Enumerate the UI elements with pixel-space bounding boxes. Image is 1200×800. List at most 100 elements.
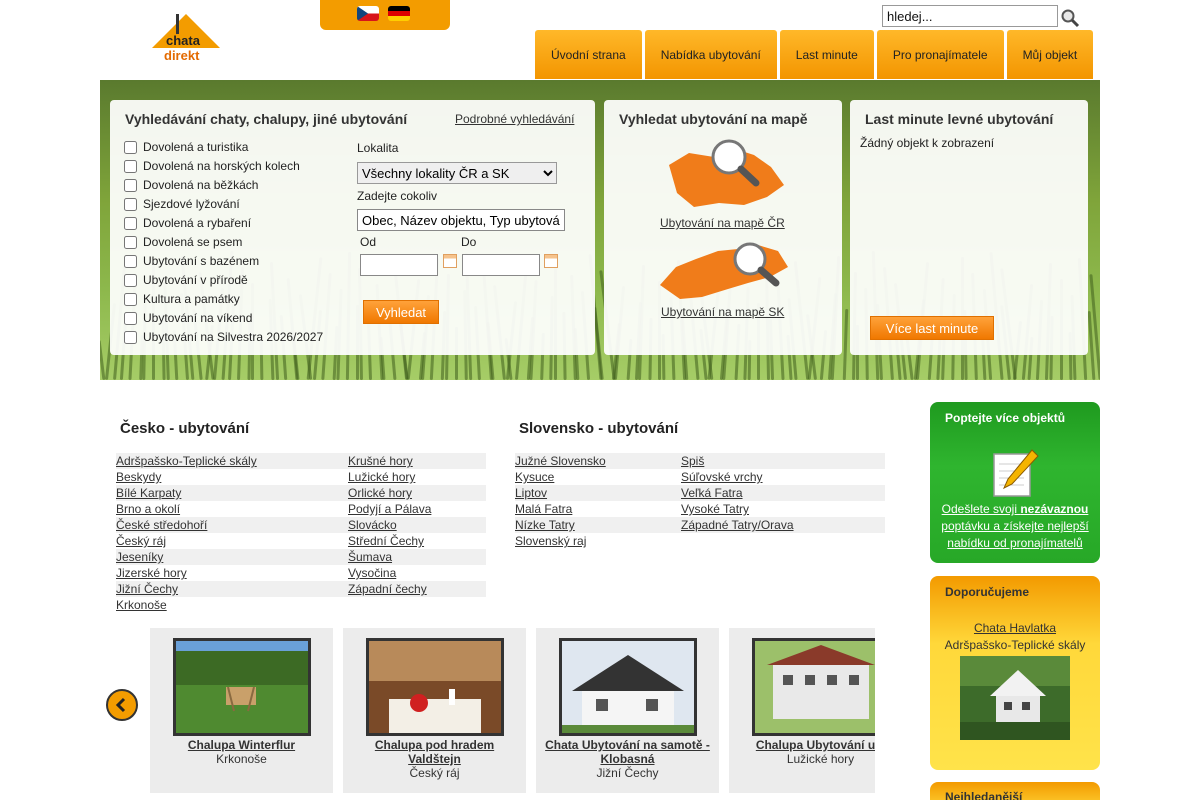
- region-link[interactable]: Střední Čechy: [348, 533, 486, 549]
- region-link[interactable]: Podyjí a Pálava: [348, 501, 486, 517]
- region-link[interactable]: Jižní Čechy: [116, 581, 348, 597]
- region-link[interactable]: Jeseníky: [116, 549, 348, 565]
- activity-checkbox[interactable]: [124, 197, 137, 211]
- search-input[interactable]: [882, 5, 1058, 27]
- inquiry-link[interactable]: Odešlete svoji nezávaznou poptávku a zís…: [938, 501, 1092, 552]
- carousel-photo[interactable]: [559, 638, 697, 736]
- search-panel: Vyhledávání chaty, chalupy, jiné ubytová…: [110, 100, 595, 355]
- carousel-photo[interactable]: [752, 638, 875, 736]
- region-link[interactable]: Slovenský raj: [515, 533, 681, 549]
- nav-home[interactable]: Úvodní strana: [535, 30, 642, 79]
- map-cz-link[interactable]: Ubytování na mapě ČR: [660, 216, 785, 230]
- nav-for-landlords[interactable]: Pro pronajímatele: [876, 30, 1004, 79]
- carousel-object-name[interactable]: Chalupa Winterflur: [154, 738, 329, 752]
- logo[interactable]: chata direkt: [150, 12, 222, 64]
- activity-checkbox-row[interactable]: Sjezdové lyžování: [124, 197, 240, 211]
- nav-last-minute[interactable]: Last minute: [779, 30, 874, 79]
- carousel-card[interactable]: Chalupa pod hradem Valdštejn Český ráj: [343, 628, 526, 793]
- region-link[interactable]: České středohoří: [116, 517, 348, 533]
- carousel-card[interactable]: Chalupa Winterflur Krkonoše: [150, 628, 333, 793]
- activity-checkbox-row[interactable]: Kultura a památky: [124, 292, 240, 306]
- czech-region-table: Adršpašsko-Teplické skály Krušné hory Besk…: [116, 453, 486, 613]
- activity-checkbox-row[interactable]: Ubytování v přírodě: [124, 273, 248, 287]
- region-link[interactable]: Spiš: [681, 453, 885, 469]
- region-link[interactable]: Lužické hory: [348, 469, 486, 485]
- region-link[interactable]: Bílé Karpaty: [116, 485, 348, 501]
- region-link[interactable]: Krušné hory: [348, 453, 486, 469]
- region-link[interactable]: Kysuce: [515, 469, 681, 485]
- date-to-input[interactable]: [462, 254, 540, 276]
- date-from-input[interactable]: [360, 254, 438, 276]
- region-link: [348, 597, 486, 613]
- region-link[interactable]: Malá Fatra: [515, 501, 681, 517]
- region-link[interactable]: Nízke Tatry: [515, 517, 681, 533]
- carousel-photo[interactable]: [173, 638, 311, 736]
- region-link[interactable]: Veľká Fatra: [681, 485, 885, 501]
- carousel-card[interactable]: Chata Ubytování na samotě - Klobasná Jižn…: [536, 628, 719, 793]
- activity-checkbox[interactable]: [124, 292, 137, 306]
- activity-checkbox[interactable]: [124, 216, 137, 230]
- region-row: Bílé Karpaty Orlické hory: [116, 485, 486, 501]
- activity-checkbox[interactable]: [124, 273, 137, 287]
- region-link[interactable]: Jizerské hory: [116, 565, 348, 581]
- activity-checkbox-row[interactable]: Dovolená a rybaření: [124, 216, 251, 230]
- region-link[interactable]: Vysočina: [348, 565, 486, 581]
- map-sk-link[interactable]: Ubytování na mapě SK: [661, 305, 784, 319]
- activity-checkbox-row[interactable]: Ubytování s bazénem: [124, 254, 259, 268]
- activity-checkbox-row[interactable]: Dovolená se psem: [124, 235, 242, 249]
- region-link[interactable]: Český ráj: [116, 533, 348, 549]
- region-link[interactable]: Súľovské vrchy: [681, 469, 885, 485]
- activity-checkbox[interactable]: [124, 159, 137, 173]
- region-link[interactable]: Adršpašsko-Teplické skály: [116, 453, 348, 469]
- anything-input[interactable]: [357, 209, 565, 231]
- activity-checkbox-row[interactable]: Ubytování na víkend: [124, 311, 252, 325]
- carousel-prev-button[interactable]: [106, 689, 138, 721]
- region-link[interactable]: Západné Tatry/Orava: [681, 517, 885, 533]
- activity-checkbox-row[interactable]: Dovolená na běžkách: [124, 178, 258, 192]
- czech-flag-icon[interactable]: [357, 6, 379, 21]
- advanced-search-link[interactable]: Podrobné vyhledávání: [455, 112, 574, 126]
- region-link[interactable]: Južné Slovensko: [515, 453, 681, 469]
- region-link[interactable]: Beskydy: [116, 469, 348, 485]
- search-submit-button[interactable]: Vyhledat: [363, 300, 439, 324]
- recommend-object-link[interactable]: Chata Havlatka: [930, 621, 1100, 635]
- activity-checkbox-label: Sjezdové lyžování: [143, 197, 240, 211]
- anything-label: Zadejte cokoliv: [357, 189, 438, 203]
- calendar-to-icon[interactable]: [544, 254, 558, 268]
- activity-checkbox[interactable]: [124, 254, 137, 268]
- activity-checkbox-row[interactable]: Dovolená a turistika: [124, 140, 248, 154]
- region-link[interactable]: Vysoké Tatry: [681, 501, 885, 517]
- german-flag-icon[interactable]: [388, 6, 410, 21]
- nav-my-object[interactable]: Můj objekt: [1006, 30, 1094, 79]
- activity-checkbox[interactable]: [124, 311, 137, 325]
- activity-checkbox[interactable]: [124, 235, 137, 249]
- search-icon[interactable]: [1060, 8, 1080, 28]
- carousel-object-name[interactable]: Chata Ubytování na samotě - Klobasná: [540, 738, 715, 766]
- region-link[interactable]: Brno a okolí: [116, 501, 348, 517]
- activity-checkbox-row[interactable]: Dovolená na horských kolech: [124, 159, 300, 173]
- carousel-card[interactable]: Chalupa Ubytování u J Lužické hory: [729, 628, 875, 793]
- region-link[interactable]: Liptov: [515, 485, 681, 501]
- activity-checkbox-row[interactable]: Ubytování na Silvestra 2026/2027: [124, 330, 323, 344]
- nav-offers[interactable]: Nabídka ubytování: [644, 30, 777, 79]
- region-link[interactable]: Šumava: [348, 549, 486, 565]
- activity-checkbox[interactable]: [124, 330, 137, 344]
- recommend-object-photo[interactable]: [960, 656, 1070, 740]
- carousel-photo[interactable]: [366, 638, 504, 736]
- inquiry-text-pre: Odešlete svoji: [941, 502, 1021, 516]
- region-link[interactable]: Slovácko: [348, 517, 486, 533]
- carousel-object-name[interactable]: Chalupa Ubytování u J: [733, 738, 875, 752]
- region-link[interactable]: Orlické hory: [348, 485, 486, 501]
- region-link[interactable]: Západní čechy: [348, 581, 486, 597]
- czech-map-icon[interactable]: [659, 135, 789, 218]
- recommend-box: Doporučujeme Chata Havlatka Adršpašsko-T…: [930, 576, 1100, 770]
- calendar-from-icon[interactable]: [443, 254, 457, 268]
- activity-checkbox[interactable]: [124, 178, 137, 192]
- slovak-map-icon[interactable]: [658, 237, 790, 304]
- region-link[interactable]: Krkonoše: [116, 597, 348, 613]
- activity-checkbox-label: Ubytování na Silvestra 2026/2027: [143, 330, 324, 344]
- locality-select[interactable]: Všechny lokality ČR a SK: [357, 162, 557, 184]
- more-last-minute-button[interactable]: Více last minute: [870, 316, 994, 340]
- carousel-object-name[interactable]: Chalupa pod hradem Valdštejn: [347, 738, 522, 766]
- activity-checkbox[interactable]: [124, 140, 137, 154]
